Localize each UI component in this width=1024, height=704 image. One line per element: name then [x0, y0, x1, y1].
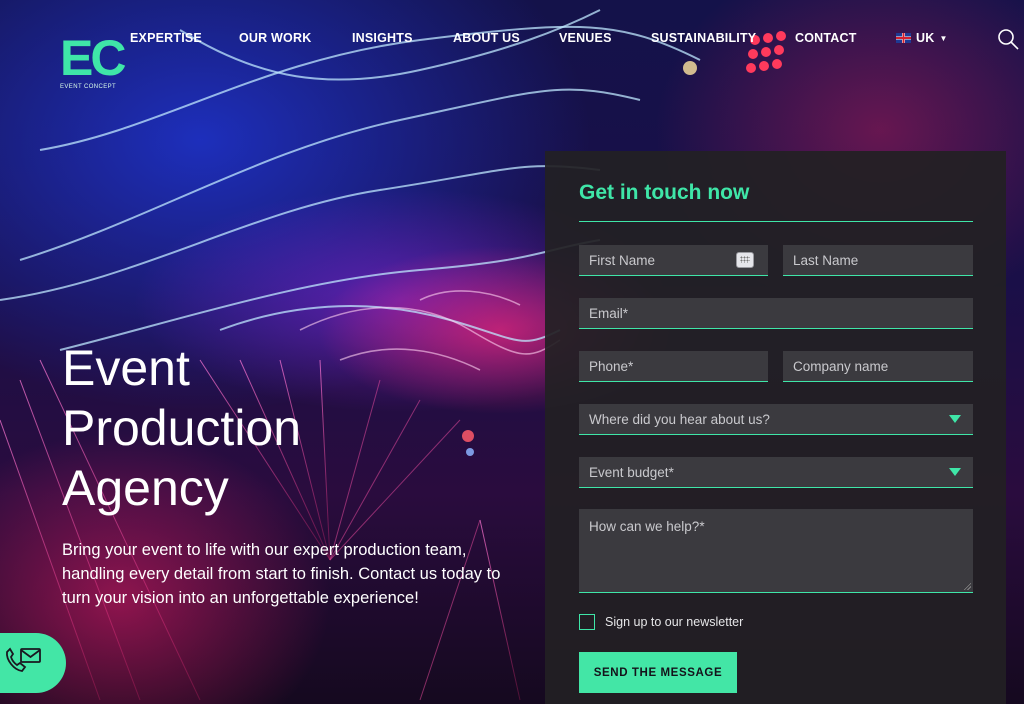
budget-select[interactable]: Event budget*	[579, 457, 973, 488]
search-icon[interactable]	[996, 27, 1020, 51]
newsletter-label[interactable]: Sign up to our newsletter	[605, 615, 743, 629]
newsletter-checkbox[interactable]	[579, 614, 595, 630]
uk-flag-icon	[896, 33, 911, 43]
message-field[interactable]: How can we help?*	[579, 509, 973, 593]
company-input[interactable]	[793, 351, 973, 381]
main-nav: EXPERTISE OUR WORK INSIGHTS ABOUT US VEN…	[0, 31, 1024, 47]
company-field[interactable]	[783, 351, 973, 382]
email-field[interactable]	[579, 298, 973, 329]
resize-handle-icon[interactable]	[963, 582, 971, 590]
newsletter-row: Sign up to our newsletter	[579, 614, 743, 630]
email-input[interactable]	[589, 298, 973, 328]
source-select-value: Where did you hear about us?	[589, 411, 770, 427]
first-name-field[interactable]	[579, 245, 768, 276]
hero-description: Bring your event to life with our expert…	[62, 541, 501, 607]
last-name-input[interactable]	[793, 245, 973, 275]
nav-item-sustainability[interactable]: SUSTAINABILITY	[651, 31, 756, 45]
phone-field[interactable]	[579, 351, 768, 382]
phone-mail-icon	[4, 646, 42, 680]
floating-contact-button[interactable]	[0, 633, 66, 693]
dropdown-triangle-icon	[949, 415, 961, 423]
caret-down-icon: ▼	[939, 33, 948, 43]
form-title: Get in touch now	[579, 181, 750, 204]
language-selector[interactable]: UK ▼	[896, 31, 948, 45]
nav-item-venues[interactable]: VENUES	[559, 31, 612, 45]
phone-input[interactable]	[589, 351, 768, 381]
hero-title-line-2: Production	[62, 400, 302, 456]
hero-title: Event Production Agency	[62, 338, 502, 518]
nav-item-expertise[interactable]: EXPERTISE	[130, 31, 202, 45]
nav-item-contact[interactable]: CONTACT	[795, 31, 857, 45]
nav-item-insights[interactable]: INSIGHTS	[352, 31, 413, 45]
source-select[interactable]: Where did you hear about us?	[579, 404, 973, 435]
last-name-field[interactable]	[783, 245, 973, 276]
autofill-keyboard-icon[interactable]	[736, 252, 754, 268]
dropdown-triangle-icon	[949, 468, 961, 476]
budget-select-value: Event budget*	[589, 464, 674, 480]
message-placeholder: How can we help?*	[589, 519, 705, 534]
send-message-button[interactable]: SEND THE MESSAGE	[579, 652, 737, 693]
form-title-divider	[579, 221, 973, 222]
contact-form-panel: Get in touch now Where did you hear abou…	[545, 151, 1006, 704]
language-label: UK	[916, 31, 935, 45]
hero-title-line-3: Agency	[62, 460, 229, 516]
nav-item-about-us[interactable]: ABOUT US	[453, 31, 520, 45]
site-header: EC EVENT CONCEPT EXPERTISE OUR WORK INSI…	[0, 0, 1024, 110]
logo-subtitle: EVENT CONCEPT	[60, 84, 117, 90]
nav-item-our-work[interactable]: OUR WORK	[239, 31, 311, 45]
hero-title-line-1: Event	[62, 340, 190, 396]
